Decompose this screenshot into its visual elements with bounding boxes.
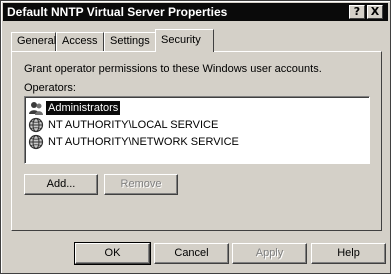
tab-security[interactable]: Security — [155, 29, 214, 52]
close-icon[interactable]: X — [367, 5, 383, 19]
help-button[interactable]: Help — [311, 243, 386, 264]
cancel-button[interactable]: Cancel — [154, 243, 229, 264]
group-icon — [29, 101, 43, 115]
tab-general[interactable]: General — [11, 32, 56, 51]
list-item[interactable]: Administrators — [28, 99, 121, 116]
title-bar[interactable]: Default NNTP Virtual Server Properties ?… — [3, 3, 388, 21]
properties-dialog: Default NNTP Virtual Server Properties ?… — [0, 0, 391, 274]
window-title: Default NNTP Virtual Server Properties — [7, 5, 228, 19]
security-panel: Grant operator permissions to these Wind… — [11, 51, 382, 231]
operator-name: NT AUTHORITY\NETWORK SERVICE — [48, 135, 239, 148]
tab-settings[interactable]: Settings — [104, 32, 156, 51]
globe-icon — [28, 117, 44, 132]
globe-icon — [28, 134, 44, 149]
list-item[interactable]: NT AUTHORITY\NETWORK SERVICE — [28, 133, 241, 150]
remove-button[interactable]: Remove — [104, 174, 178, 195]
help-question-icon[interactable]: ? — [349, 5, 365, 19]
operator-name: Administrators — [46, 100, 121, 115]
list-item[interactable]: NT AUTHORITY\LOCAL SERVICE — [28, 116, 220, 133]
ok-button[interactable]: OK — [74, 242, 151, 265]
operators-listbox[interactable]: Administrators NT AUTHORITY\LOCAL SERVIC… — [24, 96, 370, 164]
permissions-description: Grant operator permissions to these Wind… — [24, 63, 322, 75]
tab-access[interactable]: Access — [56, 32, 104, 51]
apply-button[interactable]: Apply — [232, 243, 307, 264]
operator-name: NT AUTHORITY\LOCAL SERVICE — [48, 118, 219, 131]
operators-label: Operators: — [24, 82, 76, 94]
add-button[interactable]: Add... — [24, 174, 98, 195]
